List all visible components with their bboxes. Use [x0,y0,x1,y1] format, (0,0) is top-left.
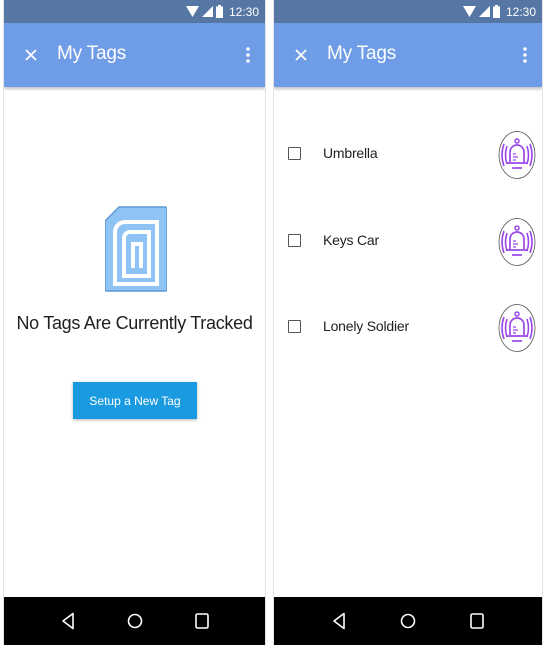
wifi-icon [185,6,199,17]
overflow-menu-button[interactable] [514,41,536,69]
tag-list-item[interactable]: Umbrella [274,128,542,182]
tag-label: Keys Car [323,232,379,248]
tag-checkbox[interactable] [288,147,301,160]
close-button[interactable] [18,42,44,68]
empty-state-message: No Tags Are Currently Tracked [16,313,253,333]
recents-icon [194,613,209,629]
back-icon [61,612,74,630]
tag-label: Lonely Soldier [323,318,409,334]
home-button[interactable] [395,608,421,634]
status-bar: 12:30 [4,0,265,23]
status-time: 12:30 [505,4,536,19]
page-title: My Tags [327,43,396,64]
tag-checkbox[interactable] [288,320,301,333]
battery-icon [215,5,223,18]
navigation-bar [274,597,542,645]
tag-list-item[interactable]: Keys Car [274,215,542,269]
home-icon [127,613,142,629]
close-button[interactable] [288,42,314,68]
page-title: My Tags [57,43,126,64]
recents-button[interactable] [189,608,215,634]
tag-list-item[interactable]: Lonely Soldier [274,301,542,355]
signal-icon [478,6,490,17]
home-icon [400,613,416,629]
status-icons: 12:30 [462,3,536,20]
app-bar: My Tags [274,23,542,87]
wifi-icon [462,6,476,17]
tag-checkbox[interactable] [288,234,301,247]
phone-screen-tag-list: 12:30 My Tags Umbrella Keys Car Lonely S… [273,0,543,645]
more-vert-icon [246,47,250,63]
setup-new-tag-button[interactable]: Setup a New Tag [73,382,197,419]
close-icon [25,49,37,61]
more-vert-icon [523,47,527,63]
recents-icon [470,613,485,629]
status-icons: 12:30 [185,3,259,20]
bell-alert-icon[interactable] [498,303,536,353]
home-button[interactable] [122,608,148,634]
back-button[interactable] [326,608,352,634]
bell-alert-icon[interactable] [498,217,536,267]
overflow-menu-button[interactable] [237,41,259,69]
status-time: 12:30 [228,4,259,19]
phone-screen-empty-state: 12:30 My Tags No Tags Are Currently Trac… [3,0,266,645]
tag-label: Umbrella [323,145,378,161]
status-bar: 12:30 [274,0,542,23]
signal-icon [201,6,213,17]
back-button[interactable] [55,608,81,634]
back-icon [332,612,345,630]
battery-icon [492,5,500,18]
recents-button[interactable] [464,608,490,634]
app-bar: My Tags [4,23,265,87]
close-icon [295,49,307,61]
navigation-bar [4,597,265,645]
bell-alert-icon[interactable] [498,130,536,180]
tag-card-icon [105,206,167,292]
